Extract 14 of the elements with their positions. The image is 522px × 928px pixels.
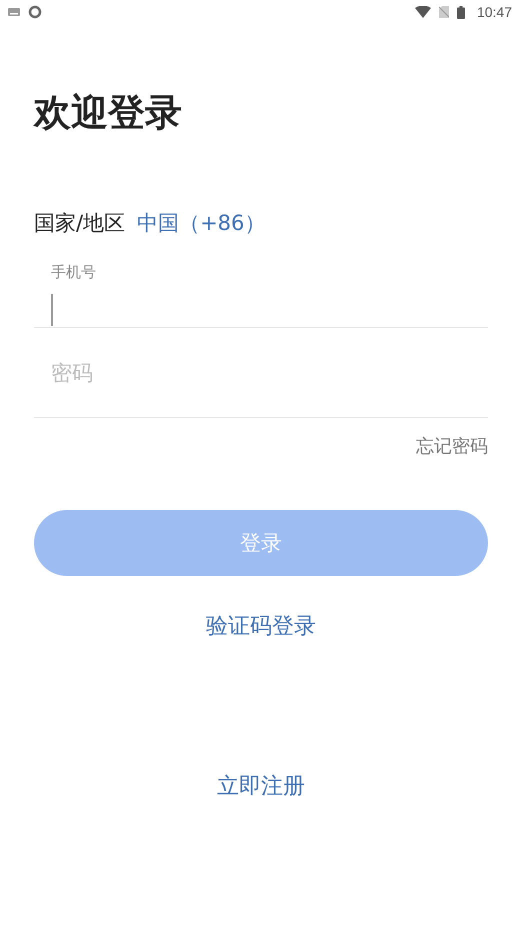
forgot-password-link[interactable]: 忘记密码 [416,434,488,458]
no-sim-icon [438,6,449,18]
region-selector[interactable]: 中国（+86） [137,208,266,238]
region-label: 国家/地区 [34,210,126,237]
sms-login-link[interactable]: 验证码登录 [206,612,316,642]
password-input-field[interactable]: 密码 [51,328,471,417]
register-link[interactable]: 立即注册 [217,772,305,802]
phone-field-label: 手机号 [51,262,96,282]
phone-input-field[interactable]: 手机号 [34,252,488,328]
battery-icon [456,6,465,18]
keyboard-icon [8,8,20,16]
status-time: 10:47 [476,4,512,20]
page-title: 欢迎登录 [34,90,182,136]
wifi-icon [414,6,431,18]
